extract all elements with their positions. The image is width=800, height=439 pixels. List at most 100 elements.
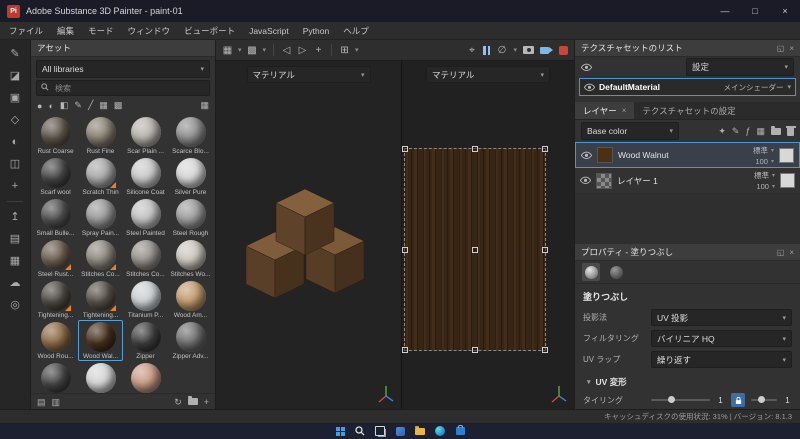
shelf-icon[interactable]: ▦ (7, 254, 23, 268)
material-picker-icon[interactable]: + (7, 179, 23, 193)
texture-set-settings-dropdown[interactable]: 設定 ▾ (686, 58, 794, 76)
asset-item[interactable]: Steel Rust... (33, 238, 78, 279)
menu-item[interactable]: ファイル (2, 25, 50, 37)
store-icon[interactable] (455, 424, 466, 437)
asset-item[interactable]: Silicone Coat (123, 156, 168, 197)
layer-thumbnail[interactable] (597, 147, 613, 163)
asset-item[interactable]: Rust Coarse (33, 115, 78, 156)
asset-item[interactable]: Zipper Adv... (78, 361, 123, 393)
asset-item[interactable]: Zipper Adv... (168, 320, 213, 361)
asset-thumbnail[interactable] (85, 281, 116, 311)
asset-thumbnail[interactable] (175, 281, 206, 311)
dropdown-caret-icon[interactable]: ▾ (513, 46, 517, 54)
search-input[interactable] (53, 82, 205, 94)
tiling-value-u[interactable]: 1 (716, 396, 725, 405)
brush-tool-icon[interactable]: ✎ (7, 47, 23, 61)
viewport-layout-icon[interactable]: ▦ (222, 45, 233, 56)
asset-item[interactable]: Steel Painted (123, 197, 168, 238)
asset-thumbnail[interactable] (175, 199, 206, 229)
tab-texture-set-settings[interactable]: テクスチャセットの設定 (634, 102, 743, 119)
menu-item[interactable]: ビューポート (177, 25, 242, 37)
projection-dropdown[interactable]: UV 投影 ▾ (651, 309, 792, 326)
asset-item[interactable]: Tightening... (33, 279, 78, 320)
menu-item[interactable]: モード (81, 25, 121, 37)
eraser-tool-icon[interactable]: ◪ (7, 69, 23, 83)
add-layer-icon[interactable]: ▦ (756, 126, 765, 136)
dropdown-caret-icon[interactable]: ▾ (355, 46, 359, 54)
render-mode-icon[interactable]: ▩ (247, 45, 258, 56)
eye-icon[interactable] (581, 63, 592, 72)
tiling-lock-icon[interactable] (731, 393, 745, 407)
material-mode-dropdown-2d[interactable]: マテリアル ▾ (426, 66, 550, 83)
close-panel-icon[interactable]: × (789, 248, 794, 257)
asset-thumbnail[interactable] (85, 363, 116, 393)
frame-view-icon[interactable]: ⌖ (466, 45, 477, 56)
prev-icon[interactable]: ◁ (281, 45, 292, 56)
clone-tool-icon[interactable]: ◫ (7, 157, 23, 171)
layer-blend-mode-dropdown[interactable]: 標準 ▾ (753, 145, 774, 156)
file-explorer-icon[interactable] (415, 425, 426, 437)
delete-layer-icon[interactable] (785, 126, 796, 136)
asset-thumbnail[interactable] (130, 158, 161, 188)
channels-mode-icon[interactable] (607, 263, 625, 281)
asset-thumbnail[interactable] (175, 158, 206, 188)
layer-visibility-toggle[interactable] (581, 151, 592, 160)
widgets-icon[interactable] (395, 426, 406, 437)
asset-item[interactable]: Titanium P... (123, 279, 168, 320)
asset-item[interactable]: Wood Am... (168, 279, 213, 320)
asset-thumbnail[interactable] (130, 240, 161, 270)
asset-thumbnail[interactable] (130, 322, 161, 352)
dock-panel-icon[interactable]: ◱ (777, 44, 785, 53)
asset-item[interactable]: Scratch Thin (78, 156, 123, 197)
filter-smart-materials-icon[interactable]: ◧ (60, 100, 69, 111)
layer-blend-mode-dropdown[interactable]: 標準 ▾ (754, 170, 775, 181)
viewport-2d[interactable]: マテリアル ▾ (402, 61, 574, 409)
selection-handle[interactable] (402, 347, 408, 353)
asset-thumbnail[interactable] (85, 158, 116, 188)
layer-opacity-field[interactable]: 100 ▾ (756, 182, 775, 191)
viewport-3d[interactable]: マテリアル ▾ (216, 61, 401, 409)
menu-item[interactable]: ウィンドウ (121, 25, 178, 37)
camera-icon[interactable] (523, 46, 534, 54)
slider-knob[interactable] (667, 396, 675, 403)
resources-icon[interactable]: ☁ (7, 276, 23, 290)
filter-brushes-icon[interactable]: ✎ (74, 100, 82, 111)
refresh-icon[interactable]: ↻ (174, 397, 182, 407)
asset-item[interactable]: Spray Pain... (78, 197, 123, 238)
selection-handle[interactable] (472, 146, 478, 152)
selection-handle[interactable] (542, 246, 548, 253)
asset-thumbnail[interactable] (40, 363, 71, 393)
layer-content-icon[interactable] (780, 173, 795, 188)
dropdown-caret-icon[interactable]: ▾ (263, 46, 267, 54)
grid-view-toggle-icon[interactable]: ▦ (200, 100, 209, 111)
uv-wrap-dropdown[interactable]: 繰り返す ▾ (651, 351, 792, 368)
asset-thumbnail[interactable] (130, 363, 161, 393)
asset-thumbnail[interactable] (130, 117, 161, 147)
menu-item[interactable]: JavaScript (242, 26, 296, 36)
asset-item[interactable]: Steel Rough (168, 197, 213, 238)
asset-item[interactable]: Stitches Co... (78, 238, 123, 279)
asset-item[interactable]: Stitches Co... (123, 238, 168, 279)
uv-texture-quad[interactable] (402, 146, 548, 353)
asset-thumbnail[interactable] (40, 240, 71, 270)
filter-materials-icon[interactable]: ◐ (48, 101, 53, 111)
record-icon[interactable] (559, 45, 568, 55)
asset-item[interactable]: Scarf wool (33, 156, 78, 197)
tiling-slider[interactable] (651, 396, 710, 403)
asset-thumbnail[interactable] (130, 199, 161, 229)
asset-item[interactable]: Zipper (123, 320, 168, 361)
asset-thumbnail[interactable] (40, 158, 71, 188)
layer-opacity-field[interactable]: 100 ▾ (755, 157, 774, 166)
add-view-icon[interactable]: ⊞ (339, 45, 350, 56)
add-asset-icon[interactable]: + (204, 397, 209, 407)
edge-browser-icon[interactable] (435, 426, 446, 437)
layer-thumbnail[interactable] (596, 172, 612, 189)
add-effect-icon[interactable]: ✦ (718, 126, 726, 136)
tiling-value-v[interactable]: 1 (783, 396, 792, 405)
selection-handle[interactable] (542, 146, 548, 152)
layer-content-icon[interactable] (779, 147, 794, 163)
display-settings-icon[interactable]: ▤ (7, 232, 23, 246)
asset-thumbnail[interactable] (175, 322, 206, 352)
asset-thumbnail[interactable] (40, 281, 71, 311)
asset-thumbnail[interactable] (40, 199, 71, 229)
